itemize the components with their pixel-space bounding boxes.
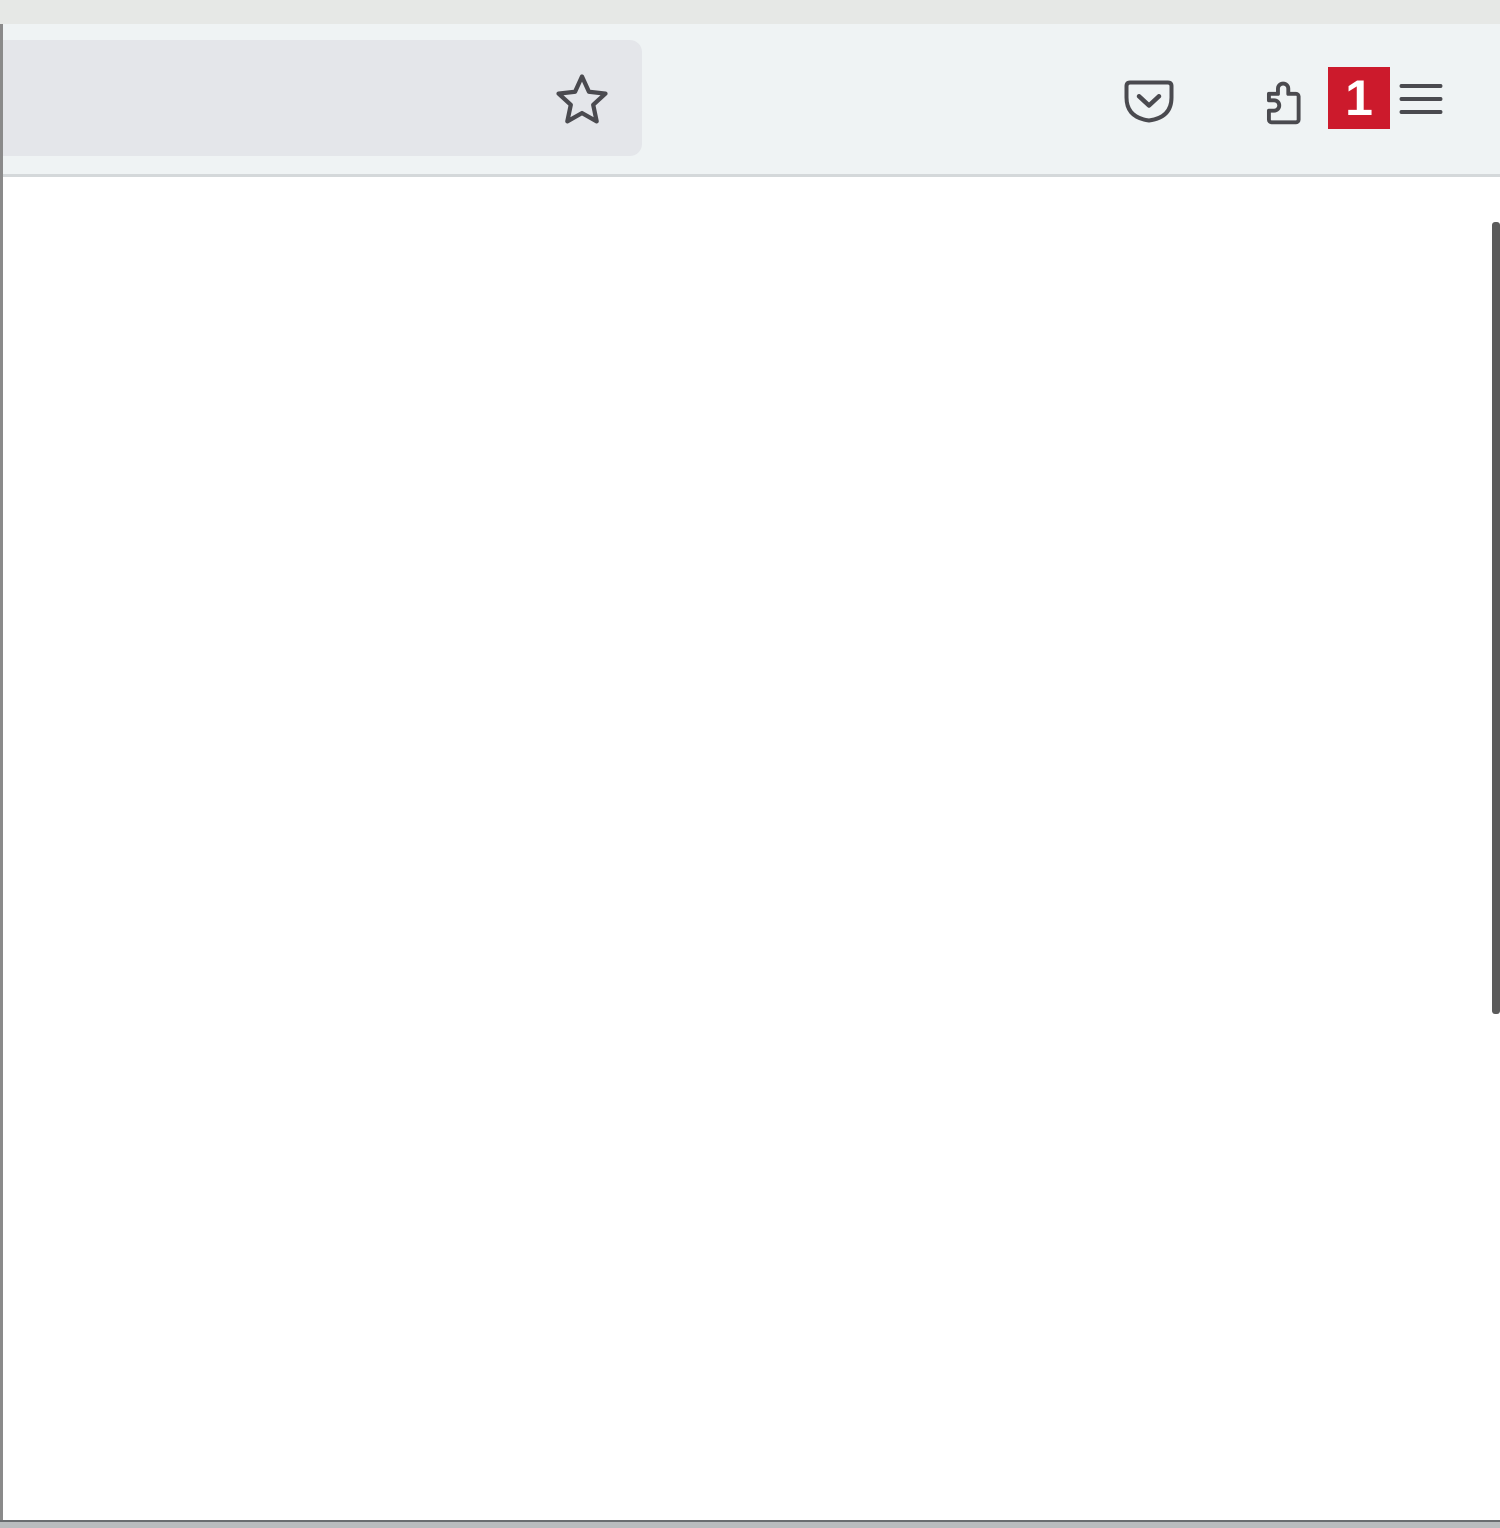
star-icon	[550, 68, 614, 132]
bookmark-button[interactable]	[548, 66, 616, 134]
pocket-icon	[1119, 70, 1179, 130]
url-bar[interactable]	[0, 40, 642, 156]
pocket-button[interactable]	[1115, 66, 1183, 134]
puzzle-icon	[1256, 68, 1318, 130]
hamburger-menu-icon	[1395, 73, 1447, 125]
window-bottom-edge	[0, 1520, 1500, 1528]
extensions-button[interactable]	[1252, 64, 1322, 134]
page-content	[0, 177, 1500, 1518]
window-left-edge	[0, 24, 3, 1524]
window-title-strip	[0, 0, 1500, 24]
badge-count: 1	[1345, 70, 1373, 126]
scrollbar-thumb[interactable]	[1492, 222, 1500, 1014]
open-menu-button[interactable]	[1392, 70, 1450, 128]
notification-badge-button[interactable]: 1	[1328, 67, 1390, 129]
